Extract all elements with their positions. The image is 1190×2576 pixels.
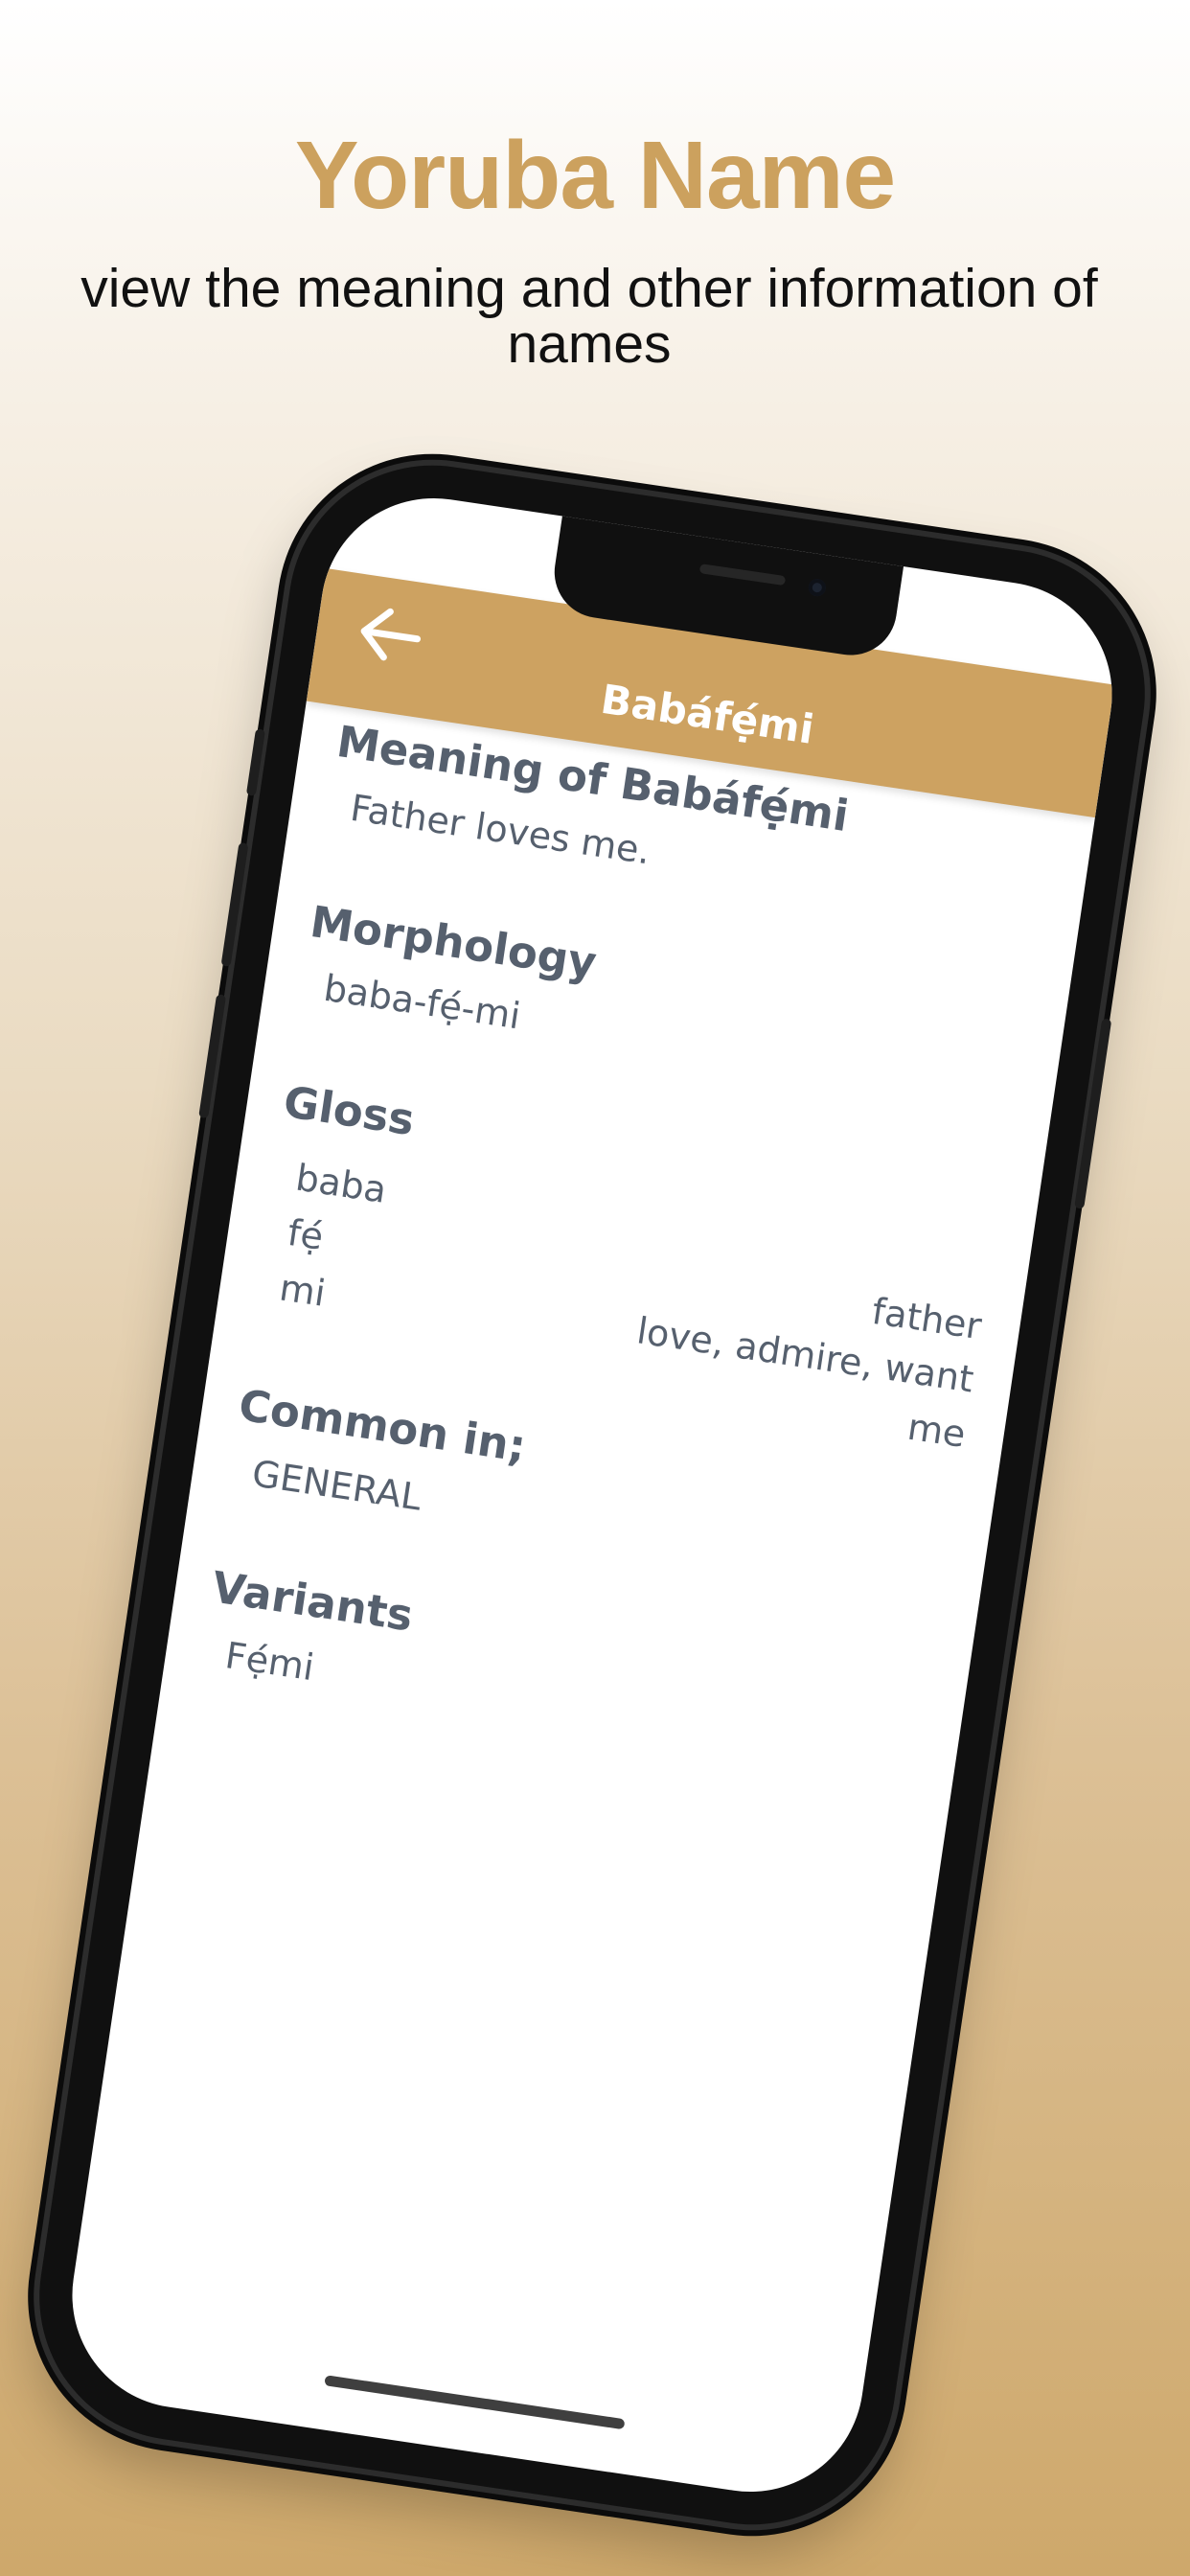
phone-mockup: Babáfẹ́mi Meaning of Babáfẹ́mi Father lo… — [19, 446, 1165, 2544]
morphology-value: baba-fẹ́-mi — [321, 966, 523, 1038]
gloss-part: fẹ́ — [285, 1210, 327, 1258]
home-indicator[interactable] — [324, 2375, 626, 2430]
common-in-value: GENERAL — [249, 1452, 424, 1519]
back-button[interactable] — [347, 596, 432, 674]
variants-heading: Variants — [208, 1561, 417, 1642]
gloss-meaning: me — [904, 1405, 969, 1456]
gloss-part: baba — [292, 1156, 390, 1211]
arrow-left-icon — [360, 608, 422, 661]
gloss-meaning: father — [869, 1289, 985, 1348]
front-camera — [807, 577, 828, 598]
gloss-part: mi — [276, 1266, 329, 1315]
gloss-heading: Gloss — [280, 1075, 418, 1146]
app-screen: Babáfẹ́mi Meaning of Babáfẹ́mi Father lo… — [57, 483, 1128, 2507]
promo-subtitle: view the meaning and other information o… — [80, 258, 1098, 375]
notch-speaker — [698, 564, 787, 586]
promo-title: Yoruba Name — [294, 122, 896, 229]
variants-value: Fẹ́mi — [222, 1634, 317, 1690]
